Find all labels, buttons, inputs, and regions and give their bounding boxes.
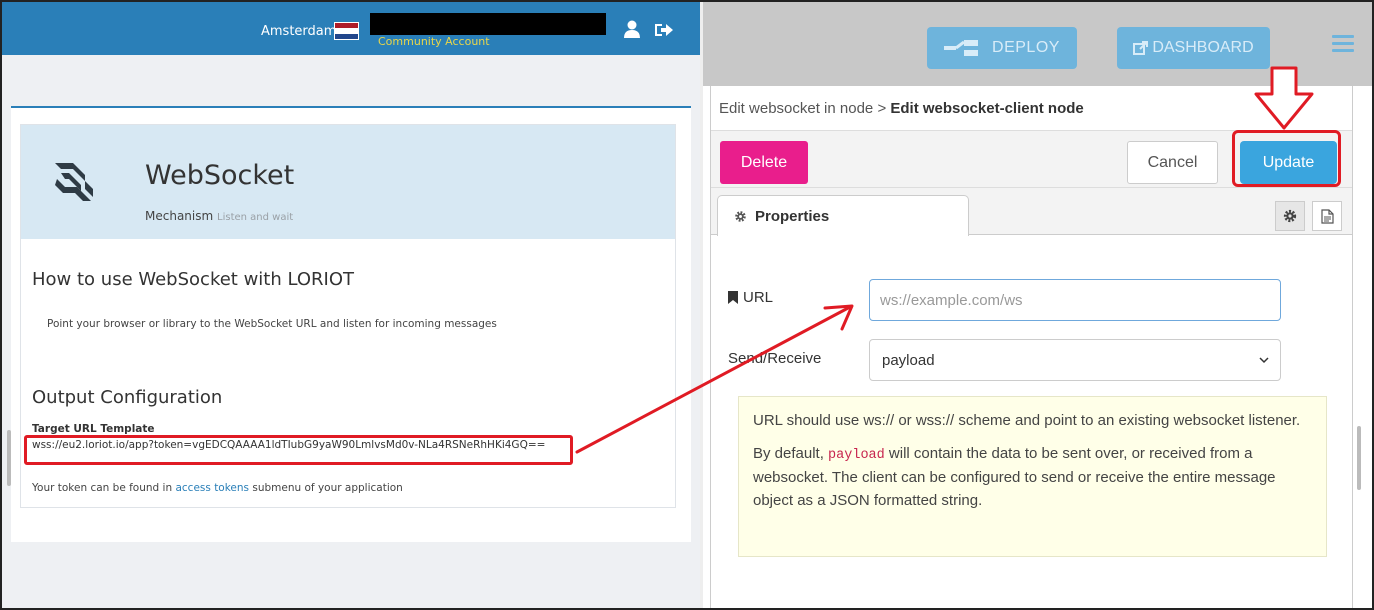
hamburger-icon[interactable] (1332, 35, 1354, 53)
card-title: WebSocket (145, 160, 295, 191)
how-to-text: Point your browser or library to the Web… (47, 318, 497, 330)
account-type: Community Account (378, 35, 490, 48)
external-link-icon (1133, 40, 1149, 55)
document-icon (1320, 208, 1334, 224)
user-icon[interactable] (622, 19, 642, 39)
websocket-logo-icon (55, 163, 93, 201)
mechanism-value: Listen and wait (217, 212, 294, 223)
card-mechanism: Mechanism Listen and wait (145, 209, 294, 223)
send-receive-select[interactable]: payload (869, 339, 1281, 381)
bookmark-icon (728, 291, 738, 304)
chevron-down-icon (1259, 357, 1269, 364)
cancel-button[interactable]: Cancel (1127, 141, 1218, 184)
node-description-tab[interactable] (1312, 201, 1342, 231)
annotation-url-highlight (24, 435, 573, 465)
sign-out-icon[interactable] (654, 21, 674, 39)
output-config-heading: Output Configuration (32, 387, 223, 408)
breadcrumb-current: Edit websocket-client node (890, 100, 1084, 117)
help-tip: URL should use ws:// or wss:// scheme an… (738, 396, 1327, 557)
gear-icon (735, 210, 746, 222)
deploy-icon (944, 40, 979, 56)
loriot-topbar: Amsterdam Community Account (2, 2, 700, 55)
url-input[interactable] (869, 279, 1281, 321)
send-receive-label: Send/Receive (728, 350, 822, 367)
url-label: URL (728, 289, 773, 306)
target-url-label: Target URL Template (32, 423, 155, 435)
redacted-username (370, 13, 606, 35)
access-tokens-link[interactable]: access tokens (175, 482, 249, 494)
node-settings-tab[interactable] (1275, 201, 1305, 231)
payload-code: payload (828, 447, 885, 463)
left-scrollbar[interactable] (7, 430, 11, 486)
delete-button[interactable]: Delete (720, 141, 808, 184)
help-tip-line2: By default, payload will contain the dat… (753, 444, 1276, 509)
breadcrumb-parent[interactable]: Edit websocket in node (719, 100, 873, 117)
tab-properties[interactable]: Properties (717, 195, 969, 236)
help-tip-line1: URL should use ws:// or wss:// scheme an… (753, 412, 1301, 429)
right-scrollbar[interactable] (1357, 426, 1361, 490)
how-to-heading: How to use WebSocket with LORIOT (32, 269, 355, 290)
netherlands-flag-icon (334, 22, 359, 40)
annotation-update-highlight (1232, 130, 1341, 187)
breadcrumb: Edit websocket in node > Edit websocket-… (719, 100, 1084, 117)
dashboard-button[interactable]: DASHBOARD (1117, 27, 1270, 69)
loriot-panel: Amsterdam Community Account WebSocket Me… (2, 2, 700, 608)
nodered-panel: DEPLOY DASHBOARD Edit websocket in node … (703, 2, 1372, 608)
deploy-button[interactable]: DEPLOY (927, 27, 1077, 69)
token-hint: Your token can be found in access tokens… (32, 482, 403, 494)
gear-icon (1283, 209, 1297, 223)
nodered-header: DEPLOY DASHBOARD (703, 2, 1372, 86)
region-city: Amsterdam (261, 24, 337, 39)
card-header: WebSocket Mechanism Listen and wait (21, 125, 675, 239)
